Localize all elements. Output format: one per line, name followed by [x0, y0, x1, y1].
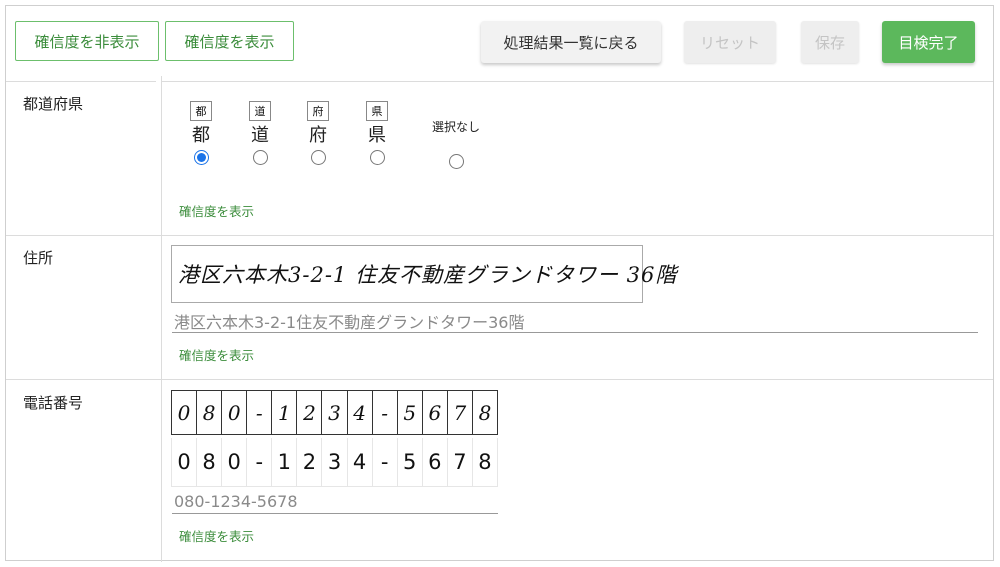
ocr-char[interactable]: - — [247, 438, 273, 487]
review-panel: 確信度を非表示 確信度を表示 処理結果一覧に戻る リセット 保存 目検完了 都道… — [5, 5, 994, 562]
ocr-char[interactable]: 6 — [422, 438, 448, 487]
option-label: 道 — [251, 125, 269, 146]
radio-to[interactable] — [193, 150, 209, 165]
phone-label: 電話番号 — [23, 394, 84, 412]
ocr-char[interactable]: 8 — [197, 438, 223, 487]
address-label: 住所 — [23, 249, 54, 267]
hw-char: 2 — [297, 391, 323, 434]
address-confidence-link[interactable]: 確信度を表示 — [179, 345, 254, 364]
ocr-char[interactable]: 2 — [297, 438, 323, 487]
hw-char: 8 — [478, 400, 492, 425]
hw-char: 0 — [172, 391, 198, 434]
hw-char: 7 — [448, 391, 473, 434]
hw-char: 3 — [322, 391, 348, 434]
ocr-char[interactable]: 5 — [397, 438, 423, 487]
phone-input[interactable] — [172, 490, 498, 514]
hw-char: 4 — [348, 391, 373, 434]
ocr-char[interactable]: 0 — [171, 438, 198, 487]
address-input[interactable] — [172, 309, 978, 333]
prefecture-option-none[interactable]: 選択なし — [416, 118, 496, 169]
row-divider-top — [161, 81, 993, 82]
phone-ocr-characters: 0 8 0 - 1 2 3 4 - 5 6 7 8 — [171, 438, 499, 487]
radio-do[interactable] — [252, 150, 268, 165]
prefecture-option-do[interactable]: 道 道 — [240, 101, 280, 165]
option-thumbnail: 都 — [190, 101, 212, 121]
option-thumbnail: 道 — [249, 101, 271, 121]
hw-char: 6 — [423, 391, 448, 434]
save-button[interactable]: 保存 — [801, 21, 859, 63]
option-label: 都 — [192, 125, 210, 146]
hide-confidence-button[interactable]: 確信度を非表示 — [15, 21, 159, 61]
phone-handwriting-image: 0 8 0 - 1 2 3 4 - 5 6 7 8 — [171, 390, 498, 435]
back-to-list-button[interactable]: 処理結果一覧に戻る — [481, 21, 661, 63]
reset-button[interactable]: リセット — [684, 21, 776, 63]
ocr-char[interactable]: 3 — [322, 438, 348, 487]
prefecture-option-to[interactable]: 都 都 — [181, 101, 221, 165]
option-none-label: 選択なし — [431, 120, 480, 134]
option-thumbnail: 府 — [307, 101, 329, 121]
ocr-char[interactable]: 7 — [447, 438, 473, 487]
radio-none[interactable] — [448, 154, 464, 169]
hw-char: 8 — [197, 391, 223, 434]
prefecture-option-fu[interactable]: 府 府 — [298, 101, 338, 165]
radio-fu[interactable] — [310, 150, 326, 165]
option-thumbnail: 県 — [366, 101, 388, 121]
address-handwriting-image: 港区六本木3-2-1 住友不動産グランドタワー 36階 — [171, 245, 676, 303]
hw-char: 1 — [272, 391, 298, 434]
phone-confidence-link[interactable]: 確信度を表示 — [179, 526, 254, 545]
address-handwritten-text: 港区六本木3-2-1 住友不動産グランドタワー 36階 — [178, 263, 678, 287]
hw-char: 0 — [222, 391, 248, 434]
ocr-char[interactable]: 8 — [472, 438, 499, 487]
ocr-char[interactable]: 0 — [222, 438, 248, 487]
option-label: 府 — [309, 125, 327, 146]
radio-ken[interactable] — [369, 150, 385, 165]
prefecture-option-ken[interactable]: 県 県 — [357, 101, 397, 165]
complete-review-button[interactable]: 目検完了 — [882, 21, 975, 63]
column-divider — [161, 76, 162, 562]
hw-char: - — [373, 391, 398, 434]
row-divider-2 — [6, 379, 993, 380]
row-divider-1 — [6, 235, 993, 236]
row-divider-top-left — [6, 81, 156, 82]
hw-char: - — [247, 391, 273, 434]
hw-char: 5 — [398, 391, 423, 434]
ocr-char[interactable]: 4 — [347, 438, 373, 487]
prefecture-label: 都道府県 — [23, 95, 84, 113]
show-confidence-button[interactable]: 確信度を表示 — [165, 21, 294, 61]
ocr-char[interactable]: 1 — [272, 438, 298, 487]
prefecture-confidence-link[interactable]: 確信度を表示 — [179, 201, 254, 220]
ocr-char[interactable]: - — [372, 438, 398, 487]
option-label: 県 — [368, 125, 386, 146]
